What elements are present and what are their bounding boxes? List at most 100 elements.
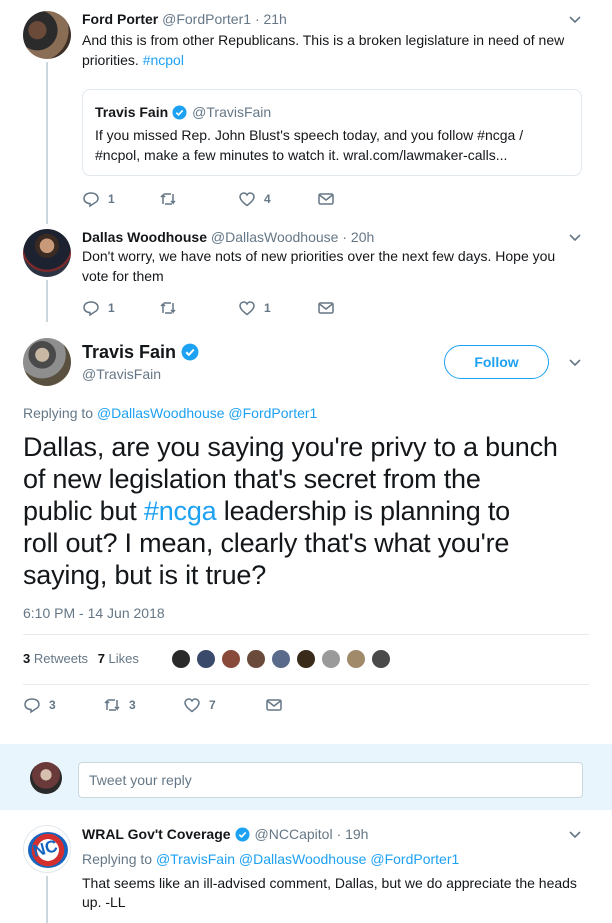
quoted-tweet[interactable]: Travis Fain @TravisFain If you missed Re… <box>82 89 582 176</box>
hashtag-link[interactable]: #ncpol <box>143 52 184 68</box>
liker-avatar[interactable] <box>170 648 192 670</box>
author-handle[interactable]: @TravisFain <box>82 365 161 383</box>
reply-icon <box>83 301 99 317</box>
author-handle[interactable]: @NCCapitol <box>255 825 333 843</box>
liker-avatar[interactable] <box>220 648 242 670</box>
divider <box>23 634 589 635</box>
tweet-text-line: saying, but is it true? <box>23 560 267 590</box>
author-name[interactable]: Ford Porter <box>82 11 158 27</box>
like-button[interactable]: 4 <box>238 190 317 208</box>
avatar[interactable] <box>23 11 71 59</box>
tweet-time[interactable]: · 21h <box>255 11 287 27</box>
retweet-button[interactable]: 3 <box>103 696 183 714</box>
replying-to-label: Replying to <box>23 405 97 421</box>
tweet-actions: 1 4 <box>82 190 335 208</box>
author-name[interactable]: Travis Fain <box>82 341 176 363</box>
retweets-label: Retweets <box>33 651 89 666</box>
author-name[interactable]: WRAL Gov't Coverage <box>82 825 231 843</box>
reply-count: 1 <box>108 192 115 206</box>
liker-avatar[interactable] <box>195 648 217 670</box>
timestamp[interactable]: 6:10 PM - 14 Jun 2018 <box>23 604 165 622</box>
retweets-stat[interactable]: 3 Retweets <box>23 651 88 666</box>
like-button[interactable]: 7 <box>183 696 265 714</box>
heart-icon <box>239 301 255 316</box>
tweet-text-line: Dallas, are you saying you're privy to a… <box>23 432 558 462</box>
likes-stat[interactable]: 7 Likes <box>98 651 139 666</box>
chevron-down-icon[interactable] <box>568 828 582 842</box>
quoted-text-cont: #ncpol, make a few minutes to watch it. … <box>95 147 508 163</box>
liker-avatar[interactable] <box>345 648 367 670</box>
tweet-text-line: public but <box>23 496 144 526</box>
retweet-button[interactable] <box>159 299 238 317</box>
direct-message-button[interactable] <box>317 299 335 317</box>
verified-badge-icon <box>181 343 199 361</box>
engagement-stats: 3 Retweets 7 Likes <box>23 650 139 668</box>
tweet-text-cont: priorities. <box>82 52 143 68</box>
reply-icon <box>24 698 40 714</box>
reply-count: 3 <box>49 698 56 712</box>
chevron-down-icon[interactable] <box>568 13 582 27</box>
liker-avatar[interactable] <box>295 648 317 670</box>
quoted-author-name: Travis Fain <box>95 104 169 120</box>
chevron-down-icon[interactable] <box>568 231 582 245</box>
mention-link[interactable]: @DallasWoodhouse <box>97 405 225 421</box>
verified-badge-icon <box>172 104 187 120</box>
mention-link[interactable]: @FordPorter1 <box>228 405 317 421</box>
tweet-actions: 1 1 <box>82 299 335 317</box>
chevron-down-icon[interactable] <box>568 356 582 370</box>
retweet-icon <box>104 699 120 711</box>
envelope-icon <box>318 193 334 205</box>
envelope-icon <box>266 699 282 711</box>
liker-avatar[interactable] <box>320 648 342 670</box>
avatar[interactable] <box>23 338 71 386</box>
divider <box>23 684 589 685</box>
tweet-text: That seems like an ill-advised comment, … <box>82 875 577 891</box>
tweet-text-line: leadership is planning to <box>216 496 510 526</box>
author-name[interactable]: Dallas Woodhouse <box>82 229 207 245</box>
like-count: 1 <box>264 301 271 315</box>
tweet-text-line: roll out? I mean, clearly that's what yo… <box>23 528 510 558</box>
tweet-actions: 3 3 7 <box>23 696 283 714</box>
follow-button[interactable]: Follow <box>444 345 549 379</box>
quoted-text: If you missed Rep. John Blust's speech t… <box>95 127 524 143</box>
tweet-time[interactable]: · 20h <box>342 229 374 245</box>
replying-to-label: Replying to <box>82 851 156 867</box>
author-handle[interactable]: @DallasWoodhouse <box>211 229 339 245</box>
reply-button[interactable]: 1 <box>82 190 159 208</box>
tweet-text-cont: vote for them <box>82 268 164 284</box>
like-count: 7 <box>209 698 216 712</box>
tweet-text: And this is from other Republicans. This… <box>82 32 565 48</box>
tweet-time[interactable]: · 19h <box>337 825 369 843</box>
user-avatar[interactable] <box>30 762 62 794</box>
reply-composer: Tweet your reply <box>0 744 612 810</box>
verified-badge-icon <box>235 826 250 842</box>
reply-input[interactable]: Tweet your reply <box>78 762 583 798</box>
liker-avatar[interactable] <box>370 648 392 670</box>
mention-link[interactable]: @FordPorter1 <box>370 851 459 867</box>
thread-line <box>46 876 48 923</box>
retweet-icon <box>160 193 176 205</box>
avatar[interactable]: NC <box>23 825 71 873</box>
main-tweet-text: Dallas, are you saying you're privy to a… <box>23 431 603 591</box>
direct-message-button[interactable] <box>317 190 335 208</box>
reply-button[interactable]: 1 <box>82 299 159 317</box>
heart-icon <box>184 698 200 713</box>
like-button[interactable]: 1 <box>238 299 317 317</box>
tweet-text-line: of new legislation that's secret from th… <box>23 464 481 494</box>
author-handle[interactable]: @FordPorter1 <box>162 11 251 27</box>
mention-link[interactable]: @TravisFain <box>156 851 235 867</box>
reply-button[interactable]: 3 <box>23 696 103 714</box>
retweet-icon <box>160 302 176 314</box>
liker-avatar[interactable] <box>245 648 267 670</box>
envelope-icon <box>318 302 334 314</box>
thread-line <box>46 280 48 322</box>
like-count: 4 <box>264 192 271 206</box>
retweet-button[interactable] <box>159 190 238 208</box>
reply-count: 1 <box>108 301 115 315</box>
direct-message-button[interactable] <box>265 696 283 714</box>
mention-link[interactable]: @DallasWoodhouse <box>239 851 367 867</box>
avatar[interactable] <box>23 229 71 277</box>
liker-avatar[interactable] <box>270 648 292 670</box>
reply-icon <box>83 192 99 208</box>
hashtag-link[interactable]: #ncga <box>144 496 217 526</box>
